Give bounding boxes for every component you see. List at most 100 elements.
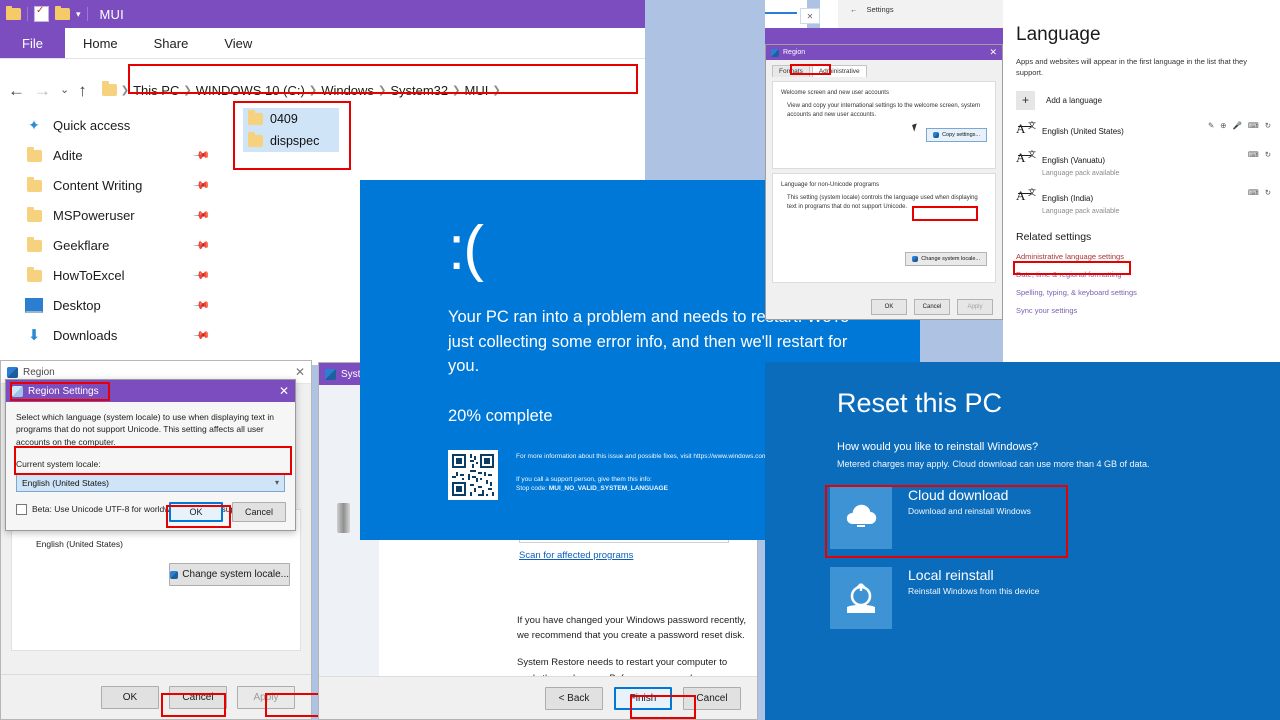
system-locale-select[interactable]: English (United States) ▾ <box>16 473 285 493</box>
sidebar-item-adite[interactable]: Adite 📌 <box>0 140 225 170</box>
close-icon[interactable]: ✕ <box>295 365 305 379</box>
add-language-button[interactable]: + Add a language <box>1003 79 1280 110</box>
language-note: Language pack available <box>1042 207 1120 215</box>
window-fragment-right <box>820 0 838 28</box>
copy-settings-button[interactable]: Copy settings... <box>926 128 987 143</box>
cancel-button[interactable]: Cancel <box>914 299 950 315</box>
breadcrumb[interactable]: ❯ This PC ❯ WINDOWS 10 (C:) ❯ Windows ❯ … <box>96 78 637 102</box>
pin-icon[interactable]: 📌 <box>193 296 212 314</box>
breadcrumb-item-this-pc[interactable]: This PC <box>133 83 179 98</box>
cancel-button[interactable]: Cancel <box>169 685 227 709</box>
related-link-date-time-regional[interactable]: Date, time & regional formatting <box>1003 261 1280 279</box>
close-icon[interactable]: ✕ <box>800 8 820 24</box>
ok-button[interactable]: OK <box>169 502 223 522</box>
language-list-item[interactable]: A文 English (India) Language pack availab… <box>1003 177 1280 215</box>
beta-utf8-checkbox[interactable] <box>16 503 27 515</box>
breadcrumb-item-windows-10-c[interactable]: WINDOWS 10 (C:) <box>196 83 305 98</box>
pin-icon[interactable]: 📌 <box>193 176 212 194</box>
finish-button[interactable]: Finish <box>614 686 672 710</box>
tab-view[interactable]: View <box>206 28 270 58</box>
pin-icon[interactable]: 📌 <box>193 326 212 344</box>
apply-button[interactable]: Apply <box>957 299 993 315</box>
back-arrow-icon[interactable]: ← <box>850 5 858 14</box>
cancel-button[interactable]: Cancel <box>683 686 741 710</box>
language-list-item[interactable]: A文 English (Vanuatu) Language pack avail… <box>1003 139 1280 177</box>
keyboard-icon[interactable]: ⌨ <box>1248 150 1259 159</box>
scan-affected-programs-link[interactable]: Scan for affected programs <box>519 550 633 561</box>
history-icon[interactable]: ↻ <box>1265 188 1271 197</box>
sidebar-item-quick-access[interactable]: ✦ Quick access <box>0 110 225 140</box>
tab-file[interactable]: File <box>0 28 65 58</box>
sidebar-item-desktop[interactable]: Desktop 📌 <box>0 290 225 320</box>
region-settings-body: Select which language (system locale) to… <box>6 402 295 516</box>
recent-locations-button[interactable]: ⌄ <box>60 84 69 96</box>
sidebar-item-label: Geekflare <box>53 237 110 253</box>
welcome-screen-group-text: View and copy your international setting… <box>787 103 980 118</box>
cloud-download-icon <box>830 487 892 549</box>
sidebar-item-label: Desktop <box>53 297 101 313</box>
keyboard-icon[interactable]: ⌨ <box>1248 188 1259 197</box>
close-icon[interactable]: ✕ <box>279 384 289 398</box>
region-footer: OK Cancel Apply <box>1 674 311 719</box>
page-title: Language <box>1016 24 1101 45</box>
folder-icon <box>26 237 42 253</box>
change-system-locale-button[interactable]: Change system locale... <box>905 252 987 267</box>
sidebar-item-howtoexcel[interactable]: HowToExcel 📌 <box>0 260 225 290</box>
breadcrumb-item-system32[interactable]: System32 <box>390 83 448 98</box>
pin-icon[interactable]: 📌 <box>193 236 212 254</box>
breadcrumb-item-mui[interactable]: MUI <box>465 83 489 98</box>
mouse-cursor-icon <box>912 123 919 132</box>
apply-button[interactable]: Apply <box>237 685 295 709</box>
welcome-screen-group: Welcome screen and new user accounts Vie… <box>772 81 996 169</box>
list-item[interactable]: dispspec <box>243 130 339 152</box>
keyboard-icon[interactable]: ⌨ <box>1248 121 1259 130</box>
tab-home[interactable]: Home <box>65 28 136 58</box>
related-link-spelling-typing-keyboard[interactable]: Spelling, typing, & keyboard settings <box>1003 279 1280 297</box>
cancel-button[interactable]: Cancel <box>232 502 286 522</box>
folder-icon[interactable] <box>6 6 21 20</box>
sidebar-item-mspoweruser[interactable]: MSPoweruser 📌 <box>0 200 225 230</box>
folder-icon <box>26 177 42 193</box>
up-button[interactable]: ↑ <box>78 82 87 99</box>
region-administrative-window: Region ✕ Formats Administrative Welcome … <box>765 44 1003 320</box>
reset-option-local-reinstall[interactable]: Local reinstall Reinstall Windows from t… <box>765 567 1280 629</box>
ok-button[interactable]: OK <box>871 299 907 315</box>
reset-option-cloud-download[interactable]: Cloud download Download and reinstall Wi… <box>765 487 1280 549</box>
mic-icon[interactable]: 🎤 <box>1233 121 1242 130</box>
related-link-sync-your-settings[interactable]: Sync your settings <box>1003 297 1280 315</box>
sidebar-item-geekflare[interactable]: Geekflare 📌 <box>0 230 225 260</box>
ok-button[interactable]: OK <box>101 685 159 709</box>
local-reinstall-icon <box>830 567 892 629</box>
folder-icon <box>26 207 42 223</box>
language-action-icons: ⌨ ↻ <box>1248 150 1271 159</box>
tab-administrative[interactable]: Administrative <box>811 65 867 77</box>
sidebar-item-downloads[interactable]: ⬇ Downloads 📌 <box>0 320 225 350</box>
related-link-administrative-language-settings[interactable]: Administrative language settings <box>1003 243 1280 261</box>
bsod-stopcode-row: Stop code: MUI_NO_VALID_SYSTEM_LANGUAGE <box>516 485 796 494</box>
reset-option-subtitle: Download and reinstall Windows <box>908 506 1031 516</box>
change-system-locale-button[interactable]: Change system locale... <box>169 563 290 586</box>
properties-icon[interactable] <box>34 5 49 22</box>
sidebar-item-content-writing[interactable]: Content Writing 📌 <box>0 170 225 200</box>
language-action-icons: ✎ ⊕ 🎤 ⌨ ↻ <box>1208 121 1271 130</box>
folder-icon <box>248 132 263 147</box>
globe-icon[interactable]: ⊕ <box>1220 121 1226 130</box>
pin-icon[interactable]: 📌 <box>193 146 212 164</box>
history-icon[interactable]: ↻ <box>1265 150 1271 159</box>
pin-icon[interactable]: 📌 <box>193 266 212 284</box>
close-icon[interactable]: ✕ <box>989 47 997 58</box>
language-list-item[interactable]: A文 English (United States) ✎ ⊕ 🎤 ⌨ ↻ <box>1003 110 1280 139</box>
pin-icon[interactable]: ✎ <box>1208 121 1214 130</box>
forward-button[interactable]: → <box>34 82 51 99</box>
chevron-down-icon[interactable]: ▾ <box>76 9 81 20</box>
tab-share[interactable]: Share <box>136 28 207 58</box>
breadcrumb-separator: ❯ <box>120 84 130 96</box>
new-folder-icon[interactable] <box>55 6 70 20</box>
tab-formats[interactable]: Formats <box>772 65 810 77</box>
back-button[interactable]: ← <box>8 82 25 99</box>
history-icon[interactable]: ↻ <box>1265 121 1271 130</box>
back-button[interactable]: < Back <box>545 686 603 710</box>
list-item[interactable]: 0409 <box>243 108 339 130</box>
breadcrumb-item-windows[interactable]: Windows <box>321 83 374 98</box>
pin-icon[interactable]: 📌 <box>193 206 212 224</box>
